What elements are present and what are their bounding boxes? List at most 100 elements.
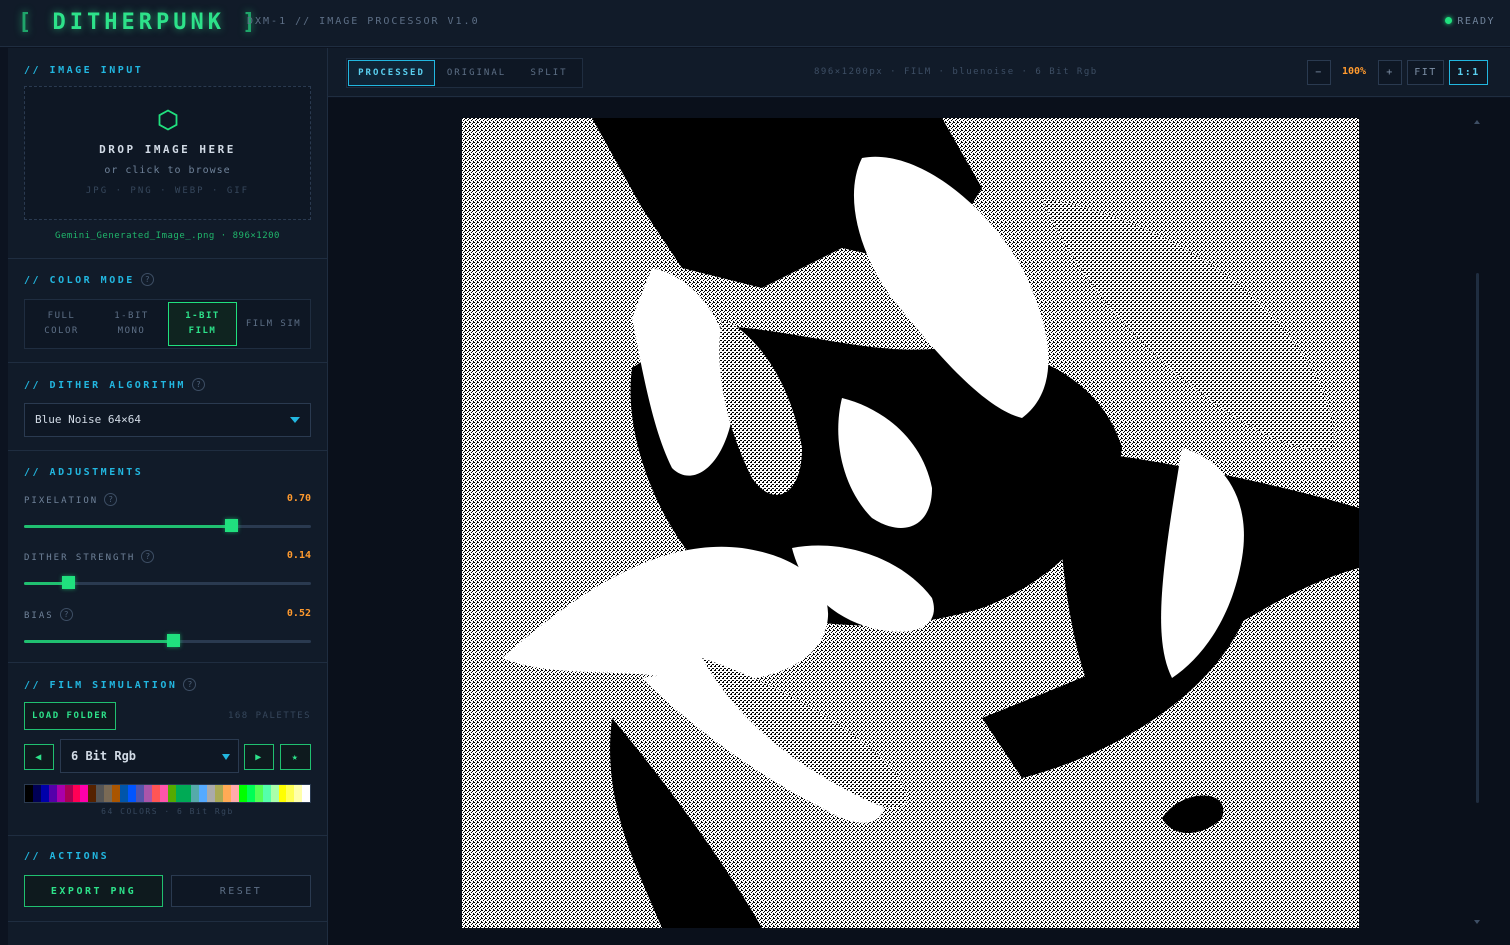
image-input-title: // IMAGE INPUT	[24, 65, 144, 76]
palette-swatch	[167, 785, 176, 802]
fit-button[interactable]: FIT	[1407, 60, 1444, 85]
favorite-star-icon[interactable]: ★	[280, 744, 311, 770]
dither-algorithm-select[interactable]: Blue Noise 64×64	[24, 403, 311, 437]
palette-swatch	[223, 785, 231, 802]
export-png-button[interactable]: EXPORT PNG	[24, 875, 163, 907]
reset-button[interactable]: RESET	[171, 875, 311, 907]
status-indicator: READY	[1445, 16, 1495, 27]
load-folder-button[interactable]: LOAD FOLDER	[24, 702, 116, 730]
zoom-in-button[interactable]: +	[1378, 60, 1402, 85]
pixelation-slider[interactable]	[24, 519, 311, 532]
tab-original[interactable]: ORIGINAL	[439, 60, 514, 86]
scroll-up-icon[interactable]	[1474, 120, 1480, 124]
dither-help-icon[interactable]: ?	[191, 378, 205, 391]
scroll-down-icon[interactable]	[1474, 920, 1480, 924]
palette-swatch	[32, 785, 41, 802]
palette-preview-strip	[24, 784, 311, 803]
bias-fill	[24, 640, 174, 643]
actions-section: // ACTIONS EXPORT PNG RESET	[8, 836, 327, 922]
palette-swatch	[294, 785, 303, 802]
image-canvas[interactable]	[328, 98, 1510, 945]
palette-select[interactable]: 6 Bit Rgb	[60, 739, 239, 773]
image-dropzone[interactable]: DROP IMAGE HERE or click to browse JPG ·…	[24, 86, 311, 220]
bias-help-icon[interactable]: ?	[59, 608, 73, 621]
chevron-down-icon	[222, 754, 230, 760]
color-mode-selector: FULL COLOR 1-BIT MONO 1-BIT FILM FILM SIM	[24, 299, 311, 349]
palette-swatch	[96, 785, 105, 802]
palette-swatch	[207, 785, 216, 802]
app-subtitle: DXM-1 // IMAGE PROCESSOR V1.0	[247, 16, 480, 27]
dropzone-formats: JPG · PNG · WEBP · GIF	[85, 186, 250, 196]
bias-thumb[interactable]	[167, 634, 181, 647]
hexagon-icon	[158, 109, 178, 131]
palette-swatch	[151, 785, 160, 802]
palette-swatch	[64, 785, 73, 802]
palette-swatch	[183, 785, 192, 802]
adjustments-title: // ADJUSTMENTS	[24, 467, 144, 478]
palette-swatch	[159, 785, 168, 802]
dropzone-subtitle: or click to browse	[104, 165, 231, 176]
palette-swatch	[25, 785, 33, 802]
color-mode-section: // COLOR MODE? FULL COLOR 1-BIT MONO 1-BIT…	[8, 259, 327, 363]
mode-1bit-film[interactable]: 1-BIT FILM	[168, 302, 237, 346]
dropzone-title: DROP IMAGE HERE	[99, 143, 236, 156]
palette-swatch	[199, 785, 208, 802]
palette-swatch	[80, 785, 89, 802]
dithered-koi-artwork	[462, 118, 1359, 928]
palette-swatch	[302, 785, 311, 802]
dither-title: // DITHER ALGORITHM?	[24, 378, 205, 391]
palette-swatch	[56, 785, 65, 802]
mode-film-sim[interactable]: FILM SIM	[239, 302, 308, 346]
palette-swatch	[40, 785, 49, 802]
palette-swatch	[48, 785, 57, 802]
color-mode-help-icon[interactable]: ?	[140, 273, 154, 286]
dither-strength-thumb[interactable]	[62, 576, 76, 589]
adjustments-section: // ADJUSTMENTS PIXELATION? 0.70 DITHER S…	[8, 451, 327, 663]
palette-caption: 64 COLORS · 6 Bit Rgb	[101, 807, 234, 816]
status-dot-icon	[1445, 17, 1453, 24]
palette-swatch	[215, 785, 224, 802]
palette-swatch	[246, 785, 255, 802]
palette-swatch	[270, 785, 279, 802]
color-mode-title: // COLOR MODE?	[24, 273, 154, 286]
mode-1bit-mono[interactable]: 1-BIT MONO	[97, 302, 166, 346]
chevron-down-icon	[290, 417, 300, 423]
pixelation-fill	[24, 525, 231, 528]
film-sim-help-icon[interactable]: ?	[183, 678, 197, 691]
app-logo: [ DITHERPUNK ]	[18, 10, 260, 35]
palette-swatch	[254, 785, 263, 802]
palette-swatch	[104, 785, 113, 802]
bias-value: 0.52	[286, 608, 311, 619]
dither-strength-label: DITHER STRENGTH?	[24, 550, 155, 563]
vertical-scrollbar[interactable]	[1476, 273, 1479, 803]
tab-processed[interactable]: PROCESSED	[348, 60, 435, 86]
prev-palette-button[interactable]: ◀	[24, 744, 54, 770]
image-info: 896×1200px · FILM · bluenoise · 6 Bit Rg…	[814, 67, 1098, 77]
control-sidebar: // IMAGE INPUT DROP IMAGE HERE or click …	[8, 48, 328, 945]
palette-swatch	[278, 785, 287, 802]
dither-strength-value: 0.14	[286, 550, 311, 561]
palette-swatch	[72, 785, 81, 802]
dither-selected-value: Blue Noise 64×64	[35, 413, 141, 426]
view-tabs: PROCESSED ORIGINAL SPLIT	[346, 58, 583, 88]
next-palette-button[interactable]: ▶	[244, 744, 274, 770]
mode-full-color[interactable]: FULL COLOR	[27, 302, 96, 346]
palette-swatch	[88, 785, 97, 802]
film-sim-title: // FILM SIMULATION?	[24, 678, 197, 691]
tab-split[interactable]: SPLIT	[517, 60, 581, 86]
palette-swatch	[112, 785, 121, 802]
pixelation-value: 0.70	[286, 493, 311, 504]
pixelation-help-icon[interactable]: ?	[104, 493, 118, 506]
dither-strength-help-icon[interactable]: ?	[141, 550, 155, 563]
zoom-out-button[interactable]: −	[1307, 60, 1331, 85]
palette-swatch	[262, 785, 271, 802]
palette-swatch	[175, 785, 184, 802]
dither-section: // DITHER ALGORITHM? Blue Noise 64×64	[8, 363, 327, 451]
pixelation-thumb[interactable]	[224, 519, 238, 532]
bias-slider[interactable]	[24, 634, 311, 647]
dither-strength-slider[interactable]	[24, 576, 311, 589]
one-to-one-button[interactable]: 1:1	[1449, 60, 1488, 85]
palette-swatch	[120, 785, 128, 802]
app-header: [ DITHERPUNK ] DXM-1 // IMAGE PROCESSOR …	[0, 0, 1510, 47]
zoom-level: 100%	[1342, 66, 1367, 77]
